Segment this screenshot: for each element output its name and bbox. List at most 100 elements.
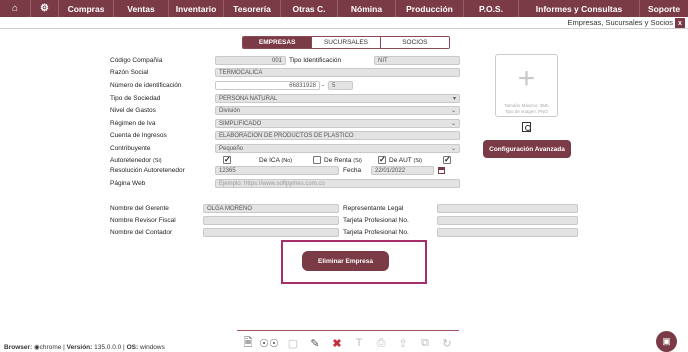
regimen-value: SIMPLIFICADO <box>219 120 262 127</box>
upload-note: Tamaño Máximo: 3Mb Tipo de imagen: PNG <box>498 103 555 114</box>
aut-label: De AUT (Si) <box>389 157 423 164</box>
export-icon[interactable]: ⇧ <box>397 336 409 350</box>
version-label: Versión: <box>66 344 93 351</box>
nav-otras[interactable]: Otras C. <box>281 0 338 17</box>
revisor-field[interactable] <box>203 216 339 225</box>
gerente-field[interactable]: OLGA MORENO <box>203 204 339 213</box>
gear-icon[interactable]: ⚙ <box>31 0 59 17</box>
print-icon[interactable]: ⎙ <box>375 336 387 350</box>
aut-checkbox[interactable] <box>378 155 386 164</box>
chat-icon[interactable]: ▣ <box>656 331 677 352</box>
numero-field[interactable]: 66831928 <box>215 81 320 90</box>
codigo-label: Código Compañía <box>110 57 163 64</box>
dv-field[interactable]: 5 <box>328 81 353 90</box>
divider <box>0 28 688 29</box>
window-header: Empresas, Sucursales y Socios x <box>0 17 688 29</box>
home-icon[interactable]: ⌂ <box>0 0 31 17</box>
nav-informes[interactable]: Informes y Consultas <box>519 0 640 17</box>
pagina-web-field[interactable]: Ejemplo: https://www.softpymes.com.co <box>215 179 460 188</box>
chevron-down-icon: ⌄ <box>450 146 456 152</box>
plus-icon: + <box>517 62 536 96</box>
tipo-id-label: Tipo Identificación <box>289 57 342 64</box>
contribuyente-label: Contribuyente <box>110 145 151 152</box>
chevron-down-icon: ⌄ <box>450 121 456 127</box>
autoretenedor-suffix: (Si) <box>153 158 162 164</box>
upload-type-note: Tipo de imagen: PNG <box>504 108 549 114</box>
razon-field[interactable]: TERMOCALICA <box>215 68 460 77</box>
fecha-field[interactable]: 22/01/2022 <box>371 166 434 175</box>
representante-field[interactable] <box>437 204 578 213</box>
nav-nomina[interactable]: Nómina <box>338 0 396 17</box>
nav-compras[interactable]: Compras <box>59 0 114 17</box>
tipo-sociedad-select[interactable]: PERSONA NATURAL ▾ <box>215 94 460 103</box>
delete-icon[interactable]: ✖ <box>331 336 343 350</box>
os-label: OS: <box>126 344 139 351</box>
gerente-label: Nombre del Gerente <box>110 205 169 212</box>
tipo-id-field[interactable]: NIT <box>374 56 460 65</box>
nav-tesoreria[interactable]: Tesorería <box>224 0 281 17</box>
contador-field[interactable] <box>203 228 339 237</box>
save-icon[interactable]: ▢ <box>287 336 299 350</box>
nivel-gastos-select[interactable]: División ⌄ <box>215 106 460 115</box>
revisor-label: Nombre Revisor Fiscal <box>110 217 176 224</box>
tarjeta-contador-label: Tarjeta Profesional No. <box>343 229 409 236</box>
dv-separator: - <box>322 82 325 89</box>
chevron-down-icon: ⌄ <box>450 108 456 114</box>
tarjeta-revisor-label: Tarjeta Profesional No. <box>343 217 409 224</box>
window-title: Empresas, Sucursales y Socios <box>567 18 673 27</box>
renta-label: De Renta (Si) <box>324 157 362 164</box>
numero-label: Número de identificación <box>110 82 182 89</box>
calendar-icon[interactable] <box>438 167 445 174</box>
logo-upload[interactable]: + Tamaño Máximo: 3Mb Tipo de imagen: PNG <box>495 54 558 117</box>
tarjeta-revisor-field[interactable] <box>437 216 578 225</box>
bottom-toolbar: 🗎 ☉☉ ▢ ✎ ✖ T ⎙ ⇧ ⧉ ↻ <box>237 330 459 352</box>
caret-down-icon: ▾ <box>452 96 456 102</box>
browser-info: Browser: ◉chrome | Versión: 135.0.0.0 | … <box>4 344 165 351</box>
text-icon[interactable]: T <box>353 336 365 350</box>
aut-suffix: (Si) <box>413 158 423 164</box>
refresh-icon[interactable]: ↻ <box>441 336 453 350</box>
close-icon[interactable]: x <box>675 18 685 28</box>
ica-suffix: (No) <box>281 158 293 164</box>
codigo-field[interactable]: 001 <box>215 56 286 65</box>
contribuyente-value: Pequeño <box>219 145 244 152</box>
new-document-icon[interactable]: 🗎 <box>242 336 254 350</box>
pagina-web-label: Página Web <box>110 180 146 187</box>
contribuyente-select[interactable]: Pequeño ⌄ <box>215 144 460 153</box>
edit-icon[interactable]: ✎ <box>309 336 321 350</box>
tab-socios[interactable]: SOCIOS <box>379 37 449 48</box>
tab-empresas[interactable]: EMPRESAS <box>243 37 312 48</box>
renta-suffix: (Si) <box>353 158 362 164</box>
version-value: 135.0.0.0 <box>94 344 122 351</box>
top-navigation: ⌂ ⚙ Compras Ventas Inventario Tesorería … <box>0 0 688 17</box>
upload-size-note: Tamaño Máximo: 3Mb <box>504 103 549 109</box>
browser-value: chrome <box>39 344 62 351</box>
contador-label: Nombre del Contador <box>110 229 173 236</box>
cuenta-label: Cuenta de Ingresos <box>110 132 167 139</box>
eliminar-empresa-button[interactable]: Eliminar Empresa <box>302 251 389 271</box>
autoretenedor-checkbox[interactable] <box>223 155 231 164</box>
resolucion-field[interactable]: 12365 <box>215 166 339 175</box>
image-search-icon[interactable] <box>522 122 531 132</box>
autoretenedor-label: Autoretenedor (Si) <box>110 157 162 164</box>
binoculars-icon[interactable]: ☉☉ <box>259 336 279 350</box>
cuenta-field[interactable]: ELABORACION DE PRODUCTOS DE PLASTICO <box>215 131 460 140</box>
representante-label: Representante Legal <box>343 205 404 212</box>
razon-label: Razón Social <box>110 69 149 76</box>
tipo-sociedad-label: Tipo de Sociedad <box>110 95 161 102</box>
tarjeta-contador-field[interactable] <box>437 228 578 237</box>
copy-icon[interactable]: ⧉ <box>419 336 431 350</box>
resolucion-label: Resolución Autoretenedor <box>110 167 185 174</box>
nav-soporte[interactable]: Soporte <box>640 0 688 17</box>
regimen-select[interactable]: SIMPLIFICADO ⌄ <box>215 119 460 128</box>
tab-sucursales[interactable]: SUCURSALES <box>311 37 380 48</box>
configuracion-avanzada-button[interactable]: Configuración Avanzada <box>483 140 571 158</box>
nav-produccion[interactable]: Producción <box>396 0 464 17</box>
nav-ventas[interactable]: Ventas <box>114 0 169 17</box>
nivel-gastos-value: División <box>219 107 241 114</box>
fecha-label: Fecha <box>343 167 362 174</box>
nav-pos[interactable]: P.O.S. <box>464 0 519 17</box>
renta-checkbox[interactable] <box>313 156 321 164</box>
nav-inventario[interactable]: Inventario <box>169 0 224 17</box>
extra-checkbox[interactable] <box>443 155 451 164</box>
